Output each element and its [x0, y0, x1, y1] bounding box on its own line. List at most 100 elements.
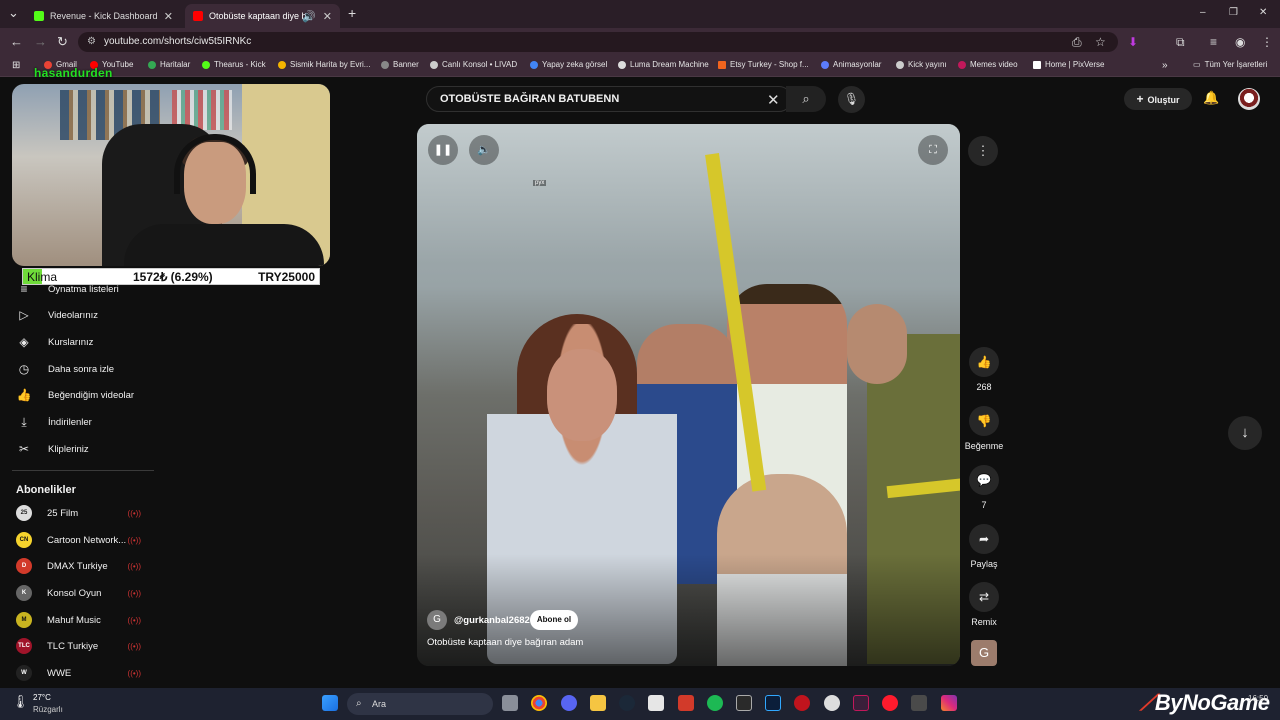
game-app-icon[interactable]: [794, 695, 810, 711]
search-box[interactable]: OTOBÜSTE BAĞIRAN BATUBENN ✕: [426, 86, 792, 112]
opera-icon[interactable]: [882, 695, 898, 711]
maximize-button[interactable]: ❐: [1229, 6, 1238, 20]
tab-youtube-short[interactable]: Otobüste kaptaan diye ba 🔊 ✕: [185, 4, 340, 28]
site-info-icon[interactable]: ⚙: [87, 32, 96, 52]
notifications-bell-icon[interactable]: 🔔: [1203, 90, 1219, 106]
speaker-icon[interactable]: 🔊: [302, 10, 316, 23]
profile-icon[interactable]: ◉: [1235, 35, 1245, 49]
bookmark-memes[interactable]: Memes video: [958, 60, 1018, 69]
forward-icon[interactable]: →: [34, 35, 47, 49]
epic-games-icon[interactable]: [648, 695, 664, 711]
next-short-button[interactable]: ↓: [1228, 416, 1262, 450]
tab-search-icon[interactable]: ⌄: [8, 6, 19, 20]
subscription-item[interactable]: D DMAX Turkiye ((•)): [16, 557, 141, 575]
url-field[interactable]: ⚙ youtube.com/shorts/ciw5t5IRNKc: [78, 32, 1118, 52]
menu-kebab-icon[interactable]: ⋮: [1261, 35, 1273, 49]
task-view-icon[interactable]: [502, 695, 518, 711]
install-app-icon[interactable]: ⎙: [1072, 35, 1082, 50]
new-tab-button[interactable]: +: [348, 6, 356, 20]
tab-kick-dashboard[interactable]: Revenue - Kick Dashboard ✕: [26, 4, 181, 28]
subscribe-button[interactable]: Abone ol: [530, 610, 578, 630]
weather-temperature[interactable]: 27°C: [33, 693, 51, 702]
calculator-icon[interactable]: [911, 695, 927, 711]
taskbar-search[interactable]: ⌕ Ara: [347, 693, 493, 715]
pause-button[interactable]: ❚❚: [428, 135, 458, 165]
bookmark-haritalar[interactable]: Haritalar: [148, 60, 190, 69]
more-bookmarks-chevron-icon[interactable]: »: [1162, 60, 1168, 71]
account-avatar[interactable]: [1238, 88, 1260, 110]
comments-button[interactable]: 💬: [969, 465, 999, 495]
bookmark-yapay-zeka[interactable]: Yapay zeka görsel: [530, 60, 607, 69]
shorts-video-player[interactable]: ❚❚ 🔈 ⛶ pyx G @gurkanbal2682 Abone ol Oto…: [417, 124, 960, 666]
sidebar-item-liked-videos[interactable]: 👍 Beğendiğim videolar: [16, 385, 135, 405]
short-title[interactable]: Otobüste kaptaan diye bağıran adam: [427, 637, 583, 648]
bookmark-pixverse[interactable]: Home | PixVerse: [1033, 60, 1104, 69]
bookmark-luma[interactable]: Luma Dream Machine: [618, 60, 709, 69]
remix-button[interactable]: ⇄: [969, 582, 999, 612]
search-button[interactable]: ⌕: [786, 86, 826, 112]
bookmark-star-icon[interactable]: ☆: [1095, 35, 1106, 49]
subscription-item[interactable]: 25 25 Film ((•)): [16, 504, 141, 522]
all-bookmarks-label: Tüm Yer İşaretleri: [1204, 60, 1268, 69]
voice-search-button[interactable]: 🎙: [838, 86, 865, 113]
fullscreen-icon: ⛶: [929, 144, 937, 156]
bookmark-canli-konsol[interactable]: Canlı Konsol • LIVAD: [430, 60, 517, 69]
photoshop-icon[interactable]: [765, 695, 781, 711]
windows-start-icon[interactable]: [322, 695, 338, 711]
close-tab-icon[interactable]: ✕: [323, 10, 332, 23]
search-input[interactable]: OTOBÜSTE BAĞIRAN BATUBENN: [440, 93, 619, 105]
extension-download-icon[interactable]: ⬇: [1128, 35, 1138, 49]
extensions-puzzle-icon[interactable]: ⧉: [1176, 35, 1185, 50]
weather-icon[interactable]: 🌡: [12, 694, 29, 710]
subscription-item[interactable]: W WWE ((•)): [16, 664, 141, 682]
file-explorer-icon[interactable]: [590, 695, 606, 711]
youtube-favicon-icon: [193, 11, 203, 21]
epic-launcher-icon[interactable]: [736, 695, 752, 711]
spotify-icon[interactable]: [707, 695, 723, 711]
subscription-item[interactable]: TLC TLC Turkiye ((•)): [16, 637, 141, 655]
subscription-item[interactable]: CN Cartoon Network... ((•)): [16, 531, 141, 549]
bookmark-sismik[interactable]: Sismik Harita by Evri...: [278, 60, 370, 69]
sound-thumbnail[interactable]: G: [971, 640, 997, 666]
close-tab-icon[interactable]: ✕: [164, 10, 173, 23]
video-icon: ▷: [19, 308, 29, 322]
discord-icon[interactable]: [561, 695, 577, 711]
channel-handle[interactable]: @gurkanbal2682: [454, 615, 530, 626]
obs-icon[interactable]: [824, 695, 840, 711]
instagram-icon[interactable]: [941, 695, 957, 711]
create-button[interactable]: + Oluştur: [1124, 88, 1192, 110]
bookmark-banner[interactable]: Banner: [381, 60, 419, 69]
back-icon[interactable]: ←: [10, 35, 23, 49]
sidebar-item-your-videos[interactable]: ▷ Videolarınız: [16, 305, 98, 325]
sidebar-item-clips[interactable]: ✂ Klipleriniz: [16, 439, 89, 459]
close-window-button[interactable]: ✕: [1259, 6, 1267, 20]
sidebar-item-downloads[interactable]: ⤓ İndirilenler: [16, 412, 91, 432]
sidebar-item-courses[interactable]: ◈ Kurslarınız: [16, 332, 93, 352]
tab-groups-icon[interactable]: ≡: [1210, 35, 1217, 49]
minimize-button[interactable]: –: [1200, 6, 1206, 20]
fullscreen-button[interactable]: ⛶: [918, 135, 948, 165]
weather-description[interactable]: Rüzgarlı: [33, 705, 63, 714]
bookmark-animasyonlar[interactable]: Animasyonlar: [821, 60, 881, 69]
chrome-icon[interactable]: [531, 695, 547, 711]
app-icon[interactable]: [853, 695, 869, 711]
like-button[interactable]: 👍: [969, 347, 999, 377]
dislike-button[interactable]: 👎: [969, 406, 999, 436]
apps-grid-icon[interactable]: ⊞: [12, 60, 20, 71]
bookmark-kick-yayini[interactable]: Kick yayını: [896, 60, 947, 69]
bookmark-thearus-kick[interactable]: Thearus - Kick: [202, 60, 266, 69]
subscription-item[interactable]: K Konsol Oyun ((•)): [16, 584, 141, 602]
more-options-button[interactable]: ⋮: [968, 136, 998, 166]
reload-icon[interactable]: ↻: [57, 35, 68, 49]
share-button[interactable]: ➦: [969, 524, 999, 554]
subscription-item[interactable]: M Mahuf Music ((•)): [16, 611, 141, 629]
channel-avatar[interactable]: G: [427, 610, 447, 630]
steam-icon[interactable]: [619, 695, 635, 711]
taskbar-clock[interactable]: 16:50: [1248, 694, 1268, 703]
sidebar-item-watch-later[interactable]: ◷ Daha sonra izle: [16, 359, 114, 379]
all-bookmarks[interactable]: ▭ Tüm Yer İşaretleri: [1193, 60, 1267, 69]
bookmark-etsy[interactable]: Etsy Turkey - Shop f...: [718, 60, 809, 69]
clear-search-icon[interactable]: ✕: [767, 91, 780, 109]
mute-button[interactable]: 🔈: [469, 135, 499, 165]
recording-app-icon[interactable]: [678, 695, 694, 711]
